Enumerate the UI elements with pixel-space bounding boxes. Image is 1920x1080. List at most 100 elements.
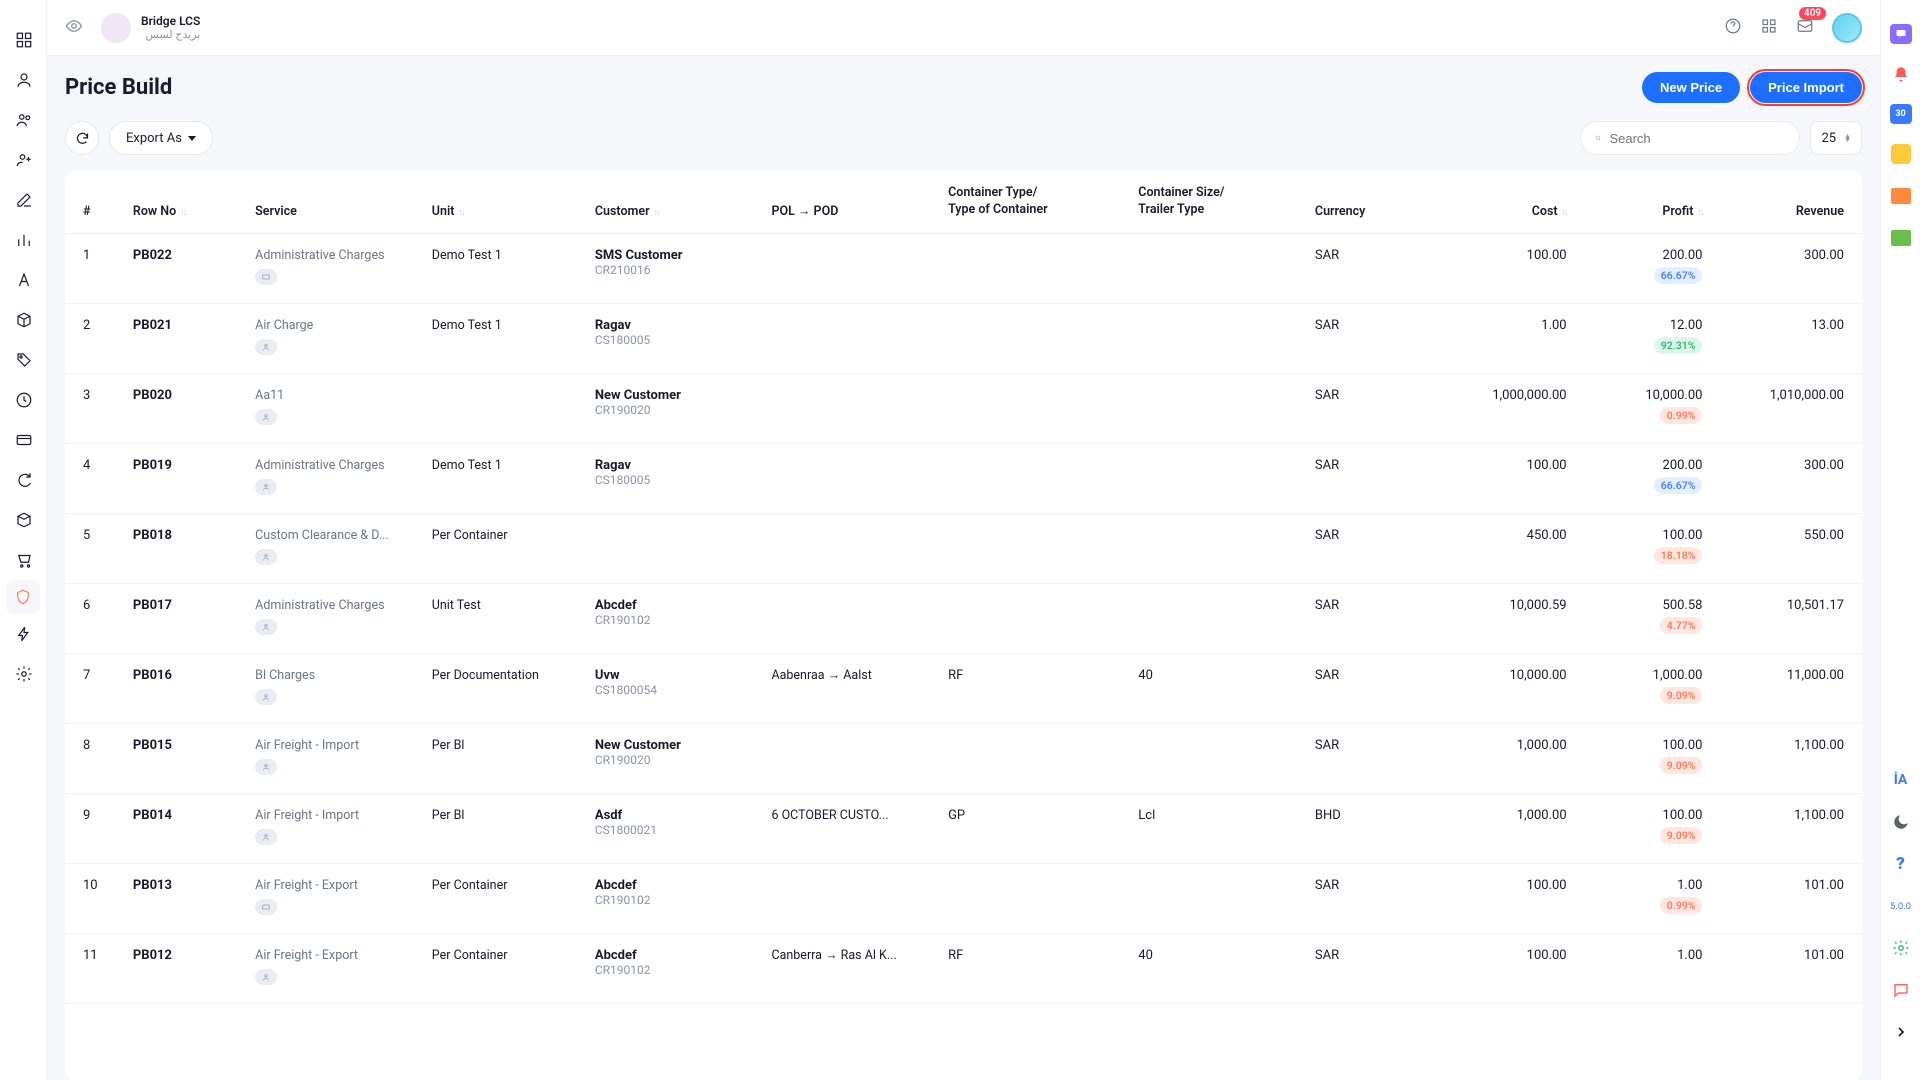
search-input-wrap[interactable] <box>1580 121 1800 155</box>
nav-shield-icon[interactable] <box>6 580 40 614</box>
cell-profit: 1,000.009.09% <box>1577 653 1713 723</box>
col-container-type[interactable]: Container Type/Type of Container <box>938 171 1128 233</box>
nav-box-icon[interactable] <box>0 300 47 340</box>
table-row[interactable]: 6 PB017 Administrative Charges Unit Test… <box>65 583 1862 653</box>
cell-route <box>761 863 938 933</box>
rail-version: 5.0.0 <box>1889 894 1913 918</box>
table-container[interactable]: # Row No↑↓ Service Unit↑↓ Customer↑↓ POL… <box>65 171 1862 1080</box>
cell-revenue: 101.00 <box>1712 933 1862 1003</box>
cell-cost: 1,000.00 <box>1414 793 1577 863</box>
visibility-icon[interactable] <box>65 17 83 39</box>
table-row[interactable]: 3 PB020 Aa11 New CustomerCR190020 SAR 1,… <box>65 373 1862 443</box>
nav-settings-icon[interactable] <box>0 654 47 694</box>
nav-font-icon[interactable] <box>0 260 47 300</box>
search-icon <box>1595 131 1601 145</box>
cell-route <box>761 583 938 653</box>
nav-edit-icon[interactable] <box>0 180 47 220</box>
cell-container-size <box>1128 303 1305 373</box>
cell-row-no: PB014 <box>123 793 245 863</box>
table-row[interactable]: 10 PB013 Air Freight - Export Per Contai… <box>65 863 1862 933</box>
cell-currency: SAR <box>1305 653 1414 723</box>
rail-theme-icon[interactable] <box>1889 810 1913 834</box>
nav-card-icon[interactable] <box>0 420 47 460</box>
rail-chat-icon[interactable] <box>1890 24 1912 44</box>
cell-route <box>761 513 938 583</box>
cell-customer: AbcdefCR190102 <box>585 583 762 653</box>
col-profit[interactable]: Profit↑↓ <box>1577 171 1713 233</box>
col-unit[interactable]: Unit↑↓ <box>422 171 585 233</box>
help-icon[interactable] <box>1724 17 1742 39</box>
cell-currency: SAR <box>1305 863 1414 933</box>
table-row[interactable]: 8 PB015 Air Freight - Import Per Bl New … <box>65 723 1862 793</box>
cell-revenue: 300.00 <box>1712 443 1862 513</box>
nav-invite-icon[interactable] <box>0 140 47 180</box>
nav-dashboard-icon[interactable] <box>0 20 47 60</box>
table-row[interactable]: 2 PB021 Air Charge Demo Test 1 RagavCS18… <box>65 303 1862 373</box>
cell-route <box>761 723 938 793</box>
table-row[interactable]: 11 PB012 Air Freight - Export Per Contai… <box>65 933 1862 1003</box>
col-customer[interactable]: Customer↑↓ <box>585 171 762 233</box>
cell-cost: 100.00 <box>1414 863 1577 933</box>
notification-badge: 409 <box>1799 7 1826 20</box>
table-row[interactable]: 4 PB019 Administrative Charges Demo Test… <box>65 443 1862 513</box>
cell-profit: 500.584.77% <box>1577 583 1713 653</box>
table-row[interactable]: 7 PB016 Bl Charges Per Documentation Uvw… <box>65 653 1862 723</box>
rail-widget-icon[interactable] <box>1889 142 1913 166</box>
rail-language-icon[interactable]: İA <box>1889 768 1913 792</box>
cell-profit: 200.0066.67% <box>1577 443 1713 513</box>
export-dropdown[interactable]: Export As <box>109 121 213 155</box>
table-row[interactable]: 9 PB014 Air Freight - Import Per Bl Asdf… <box>65 793 1862 863</box>
nav-people-icon[interactable] <box>0 100 47 140</box>
cell-currency: SAR <box>1305 443 1414 513</box>
price-import-button[interactable]: Price Import <box>1750 72 1862 103</box>
inbox-icon[interactable]: 409 <box>1796 17 1814 39</box>
cell-container-type <box>938 443 1128 513</box>
table-row[interactable]: 5 PB018 Custom Clearance & D... Per Cont… <box>65 513 1862 583</box>
rail-calendar-icon[interactable]: 30 <box>1890 104 1912 124</box>
cell-unit: Demo Test 1 <box>422 303 585 373</box>
nav-chart-icon[interactable] <box>0 220 47 260</box>
rail-bell-icon[interactable] <box>1889 62 1913 86</box>
refresh-button[interactable] <box>65 121 99 155</box>
rail-message-icon[interactable] <box>1889 978 1913 1002</box>
rail-expand-icon[interactable] <box>1889 1020 1913 1044</box>
cell-container-type <box>938 233 1128 303</box>
cell-customer: UvwCS1800054 <box>585 653 762 723</box>
rail-folder-icon[interactable] <box>1889 184 1913 208</box>
nav-cart-icon[interactable] <box>0 540 47 580</box>
page-header: Price Build New Price Price Import <box>47 56 1880 113</box>
cell-route <box>761 303 938 373</box>
service-type-icon <box>255 619 277 635</box>
user-avatar[interactable] <box>1832 13 1862 43</box>
nav-tag-icon[interactable] <box>0 340 47 380</box>
cell-unit: Demo Test 1 <box>422 233 585 303</box>
col-index[interactable]: # <box>65 171 123 233</box>
rail-settings-icon[interactable] <box>1889 936 1913 960</box>
cell-currency: BHD <box>1305 793 1414 863</box>
col-pol-pod[interactable]: POL → POD <box>761 171 938 233</box>
col-cost[interactable]: Cost↑↓ <box>1414 171 1577 233</box>
table-row[interactable]: 1 PB022 Administrative Charges Demo Test… <box>65 233 1862 303</box>
rail-help-icon[interactable]: ? <box>1889 852 1913 876</box>
nav-cube-icon[interactable] <box>0 500 47 540</box>
nav-clock-icon[interactable] <box>0 380 47 420</box>
nav-sync-icon[interactable] <box>0 460 47 500</box>
col-revenue[interactable]: Revenue <box>1712 171 1862 233</box>
col-currency[interactable]: Currency <box>1305 171 1414 233</box>
new-price-button[interactable]: New Price <box>1642 72 1740 103</box>
cell-unit <box>422 373 585 443</box>
nav-person-icon[interactable] <box>0 60 47 100</box>
cell-unit: Per Container <box>422 513 585 583</box>
rail-book-icon[interactable] <box>1889 226 1913 250</box>
col-service[interactable]: Service <box>245 171 422 233</box>
search-input[interactable] <box>1609 131 1785 146</box>
page-size-select[interactable]: 25 ▲▼ <box>1810 121 1862 155</box>
col-row-no[interactable]: Row No↑↓ <box>123 171 245 233</box>
cell-index: 3 <box>65 373 123 443</box>
nav-lightning-icon[interactable] <box>0 614 47 654</box>
cell-customer: New CustomerCR190020 <box>585 373 762 443</box>
col-container-size[interactable]: Container Size/Trailer Type <box>1128 171 1305 233</box>
cell-container-size <box>1128 723 1305 793</box>
apps-icon[interactable] <box>1760 17 1778 39</box>
cell-currency: SAR <box>1305 933 1414 1003</box>
